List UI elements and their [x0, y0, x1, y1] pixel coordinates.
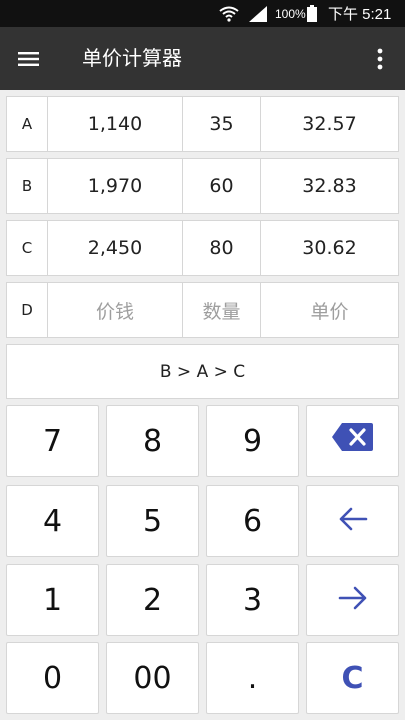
- price-field[interactable]: 1,970: [48, 159, 183, 213]
- clear-button[interactable]: C: [306, 642, 399, 714]
- unit-price-value: 30.62: [302, 237, 357, 259]
- key-00[interactable]: 00: [106, 642, 199, 714]
- menu-icon[interactable]: [16, 46, 42, 72]
- price-field[interactable]: 价钱: [48, 283, 183, 337]
- wifi-icon: [219, 0, 241, 27]
- move-right-button[interactable]: [306, 564, 399, 636]
- row-label: D: [7, 283, 48, 337]
- key-5[interactable]: 5: [106, 485, 199, 557]
- battery-percent: 100%: [275, 6, 306, 21]
- key-8[interactable]: 8: [106, 405, 199, 477]
- item-row-a: A 1,140 35 32.57: [6, 96, 399, 152]
- item-row-c: C 2,450 80 30.62: [6, 220, 399, 276]
- key-2[interactable]: 2: [106, 564, 199, 636]
- item-row-d: D 价钱 数量 单价: [6, 282, 399, 338]
- unit-price-value: 32.57: [302, 113, 357, 135]
- battery-icon: [307, 0, 319, 27]
- row-label: B: [7, 159, 48, 213]
- quantity-field[interactable]: 60: [183, 159, 261, 213]
- backspace-icon: [331, 422, 374, 460]
- key-9[interactable]: 9: [206, 405, 299, 477]
- signal-icon: [249, 0, 269, 27]
- key-7[interactable]: 7: [6, 405, 99, 477]
- item-row-b: B 1,970 60 32.83: [6, 158, 399, 214]
- quantity-field[interactable]: 80: [183, 221, 261, 275]
- arrow-left-icon: [338, 504, 368, 539]
- row-label: A: [7, 97, 48, 151]
- key-6[interactable]: 6: [206, 485, 299, 557]
- comparison-result: B > A > C: [6, 344, 399, 399]
- key-3[interactable]: 3: [206, 564, 299, 636]
- row-label: C: [7, 221, 48, 275]
- app-bar: 单价计算器: [0, 27, 405, 90]
- backspace-button[interactable]: [306, 405, 399, 477]
- arrow-right-icon: [338, 583, 368, 618]
- overflow-menu-icon[interactable]: [370, 46, 390, 72]
- key-0[interactable]: 0: [6, 642, 99, 714]
- move-left-button[interactable]: [306, 485, 399, 557]
- app-title: 单价计算器: [82, 46, 182, 70]
- quantity-field[interactable]: 35: [183, 97, 261, 151]
- status-time: 下午 5:21: [328, 6, 392, 23]
- quantity-field[interactable]: 数量: [183, 283, 261, 337]
- price-field[interactable]: 2,450: [48, 221, 183, 275]
- key-4[interactable]: 4: [6, 485, 99, 557]
- unit-price-value: 32.83: [302, 175, 357, 197]
- key-decimal[interactable]: .: [206, 642, 299, 714]
- status-bar: 100% 下午 5:21: [0, 0, 405, 27]
- unit-price-value: 单价: [310, 300, 349, 323]
- price-field[interactable]: 1,140: [48, 97, 183, 151]
- key-1[interactable]: 1: [6, 564, 99, 636]
